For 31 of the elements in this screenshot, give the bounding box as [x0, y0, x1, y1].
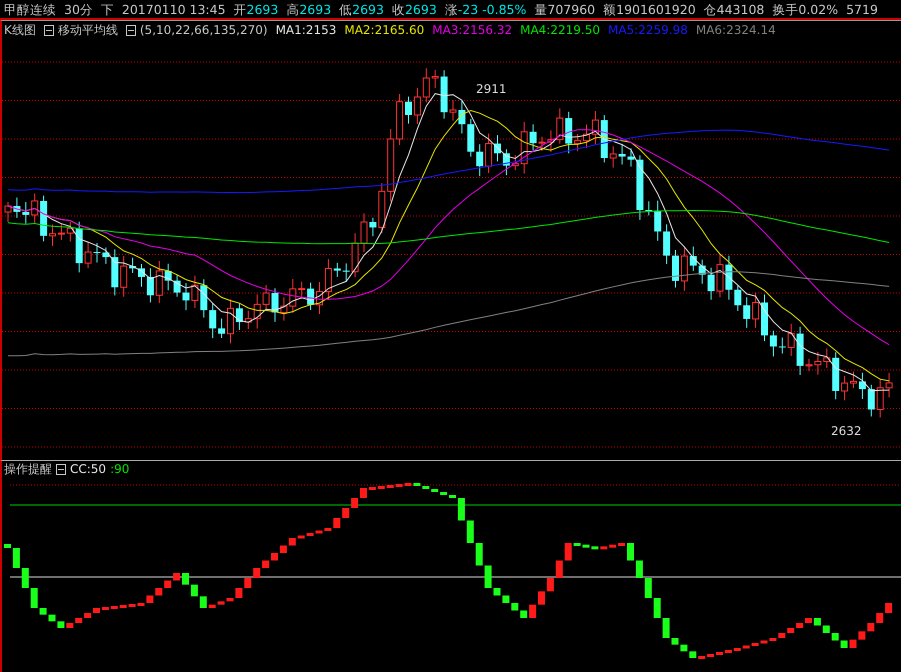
- quote-field: 换手0.02%: [772, 0, 838, 18]
- moving-average-value: MA4:2219.50: [520, 22, 600, 39]
- quote-field: 开2693: [234, 0, 278, 18]
- direction-label: 下: [100, 1, 114, 18]
- quote-field: 涨-23 -0.85%: [444, 0, 526, 18]
- period-label: 30分: [64, 1, 93, 18]
- indicator-value: :90: [110, 461, 130, 478]
- quote-field: 仓443108: [704, 0, 764, 18]
- moving-average-value: MA5:2259.98: [608, 22, 688, 39]
- instrument-name: 甲醇连续: [4, 1, 56, 18]
- indicator-params: (5,10,22,66,135,270): [140, 22, 268, 39]
- moving-average-value: MA2:2165.60: [344, 22, 424, 39]
- high-price-label: 2911: [476, 82, 507, 96]
- formula-label: CC:50: [70, 461, 106, 478]
- moving-average-value: MA6:2324.14: [696, 22, 776, 39]
- quote-field: 收2693: [392, 0, 437, 18]
- quote-field: 量707960: [534, 0, 596, 18]
- quote-field: 额1901601920: [603, 0, 696, 18]
- moving-average-value: MA3:2156.32: [432, 22, 512, 39]
- collapse-icon[interactable]: [126, 25, 136, 36]
- quote-extra: 5719: [846, 1, 878, 18]
- chart-type-label: K线图: [4, 22, 36, 39]
- timestamp: 20170110 13:45: [122, 1, 226, 18]
- indicator-name: 操作提醒: [4, 461, 52, 478]
- collapse-icon[interactable]: [56, 464, 66, 475]
- quote-field: 低2693: [339, 0, 384, 18]
- low-price-label: 2632: [831, 424, 862, 438]
- indicator-name: 移动平均线: [58, 22, 118, 39]
- collapse-icon[interactable]: [44, 25, 54, 36]
- quote-field: 高2693: [286, 0, 332, 18]
- moving-average-value: MA1:2153: [276, 22, 336, 39]
